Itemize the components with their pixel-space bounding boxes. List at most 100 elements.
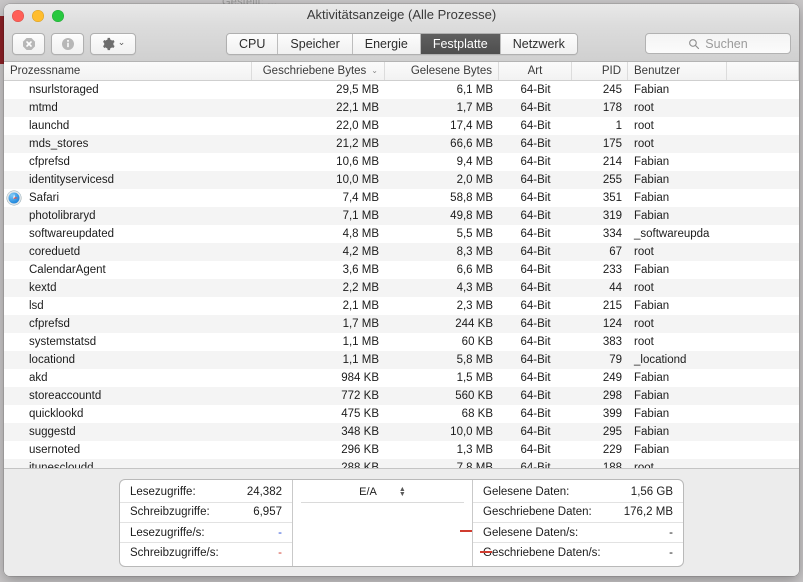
cell-written-bytes: 475 KB [341,408,379,420]
table-row[interactable]: mtmd 22,1 MB 1,7 MB 64-Bit 178 root [4,99,799,117]
cell-process-name: kextd [4,279,252,297]
search-input[interactable]: Suchen [645,33,791,54]
io-graph-column: E/A ▲ ▼ [292,479,473,566]
process-name-label: Safari [29,192,60,204]
cell-written-bytes: 21,2 MB [336,138,379,150]
data-volume-value: 176,2 MB [623,506,673,519]
table-row[interactable]: identityservicesd 10,0 MB 2,0 MB 64-Bit 255 F… [4,171,799,189]
cell-user: root [634,336,654,348]
cell-read-bytes: 10,0 MB [450,426,493,438]
process-name-label: launchd [29,120,70,132]
cell-process-name: identityservicesd [4,171,252,189]
io-graph-write-marker [460,529,472,532]
access-count-row: Lesezugriffe: 24,382 [120,483,292,503]
cell-read-bytes: 560 KB [455,390,493,402]
process-name-label: systemstatsd [29,336,97,348]
table-row[interactable]: systemstatsd 1,1 MB 60 KB 64-Bit 383 root [4,333,799,351]
cell-user: root [634,120,654,132]
table-row[interactable]: cfprefsd 1,7 MB 244 KB 64-Bit 124 root [4,315,799,333]
process-name-label: lsd [29,300,44,312]
access-count-value: 6,957 [253,506,282,519]
table-row[interactable]: coreduetd 4,2 MB 8,3 MB 64-Bit 67 root [4,243,799,261]
cell-pid: 44 [609,282,622,294]
process-icon-slot [4,191,24,205]
process-name-label: quicklookd [29,408,84,420]
search-placeholder: Suchen [705,36,748,51]
tab-energy[interactable]: Energie [352,33,421,54]
process-table: Prozessname Geschriebene Bytes ⌄ Gelesen… [4,62,799,468]
inspect-process-button[interactable] [51,32,84,55]
cell-pid: 351 [602,192,622,204]
cell-read-bytes: 9,4 MB [456,156,493,168]
table-row[interactable]: mds_stores 21,2 MB 66,6 MB 64-Bit 175 root [4,135,799,153]
cell-process-name: photolibraryd [4,207,252,225]
toolbar-button-group: ⌄ [12,32,136,55]
table-row[interactable]: quicklookd 475 KB 68 KB 64-Bit 399 Fabian [4,405,799,423]
cell-pid: 214 [602,156,622,168]
io-graph-edge-marker [480,551,492,553]
cell-user: Fabian [634,192,670,204]
cell-written-bytes: 288 KB [341,462,379,468]
process-name-label: itunescloudd [29,462,94,468]
cell-user: root [634,462,654,468]
column-label: Prozessname [10,65,81,77]
column-label: Gelesene Bytes [410,65,492,77]
table-row[interactable]: cfprefsd 10,6 MB 9,4 MB 64-Bit 214 Fabian [4,153,799,171]
cell-user: _locationd [634,354,687,366]
column-header-user[interactable]: Benutzer [628,62,727,80]
cell-user: Fabian [634,264,670,276]
cell-process-name: mtmd [4,99,252,117]
cell-written-bytes: 22,1 MB [336,102,379,114]
column-header-written[interactable]: Geschriebene Bytes ⌄ [252,62,385,80]
table-row[interactable]: itunescloudd 288 KB 7,8 MB 64-Bit 188 root [4,459,799,468]
sort-chevron-down-icon: ⌄ [371,65,378,75]
table-row[interactable]: akd 984 KB 1,5 MB 64-Bit 249 Fabian [4,369,799,387]
cell-user: Fabian [634,372,670,384]
data-volume-label: Gelesene Daten: [483,486,570,499]
data-volume-label: Geschriebene Daten: [483,506,592,519]
column-header-kind[interactable]: Art [499,62,572,80]
stop-process-button[interactable] [12,32,45,55]
tab-disk[interactable]: Festplatte [420,33,501,54]
cell-written-bytes: 29,5 MB [336,84,379,96]
table-row[interactable]: usernoted 296 KB 1,3 MB 64-Bit 229 Fabian [4,441,799,459]
table-row[interactable]: lsd 2,1 MB 2,3 MB 64-Bit 215 Fabian [4,297,799,315]
process-name-label: identityservicesd [29,174,115,186]
cell-read-bytes: 2,3 MB [456,300,493,312]
stepper-updown-icon[interactable]: ▲ ▼ [399,486,406,498]
table-row[interactable]: nsurlstoraged 29,5 MB 6,1 MB 64-Bit 245 Fabia… [4,81,799,99]
table-row[interactable]: CalendarAgent 3,6 MB 6,6 MB 64-Bit 233 Fabian [4,261,799,279]
table-body[interactable]: nsurlstoraged 29,5 MB 6,1 MB 64-Bit 245 Fabia… [4,81,799,468]
view-options-button[interactable]: ⌄ [90,32,136,55]
access-count-label: Lesezugriffe: [130,486,196,499]
cell-process-name: suggestd [4,423,252,441]
tab-network[interactable]: Netzwerk [500,33,577,54]
table-row[interactable]: launchd 22,0 MB 17,4 MB 64-Bit 1 root [4,117,799,135]
cell-kind: 64-Bit [520,282,551,294]
cell-read-bytes: 244 KB [455,318,493,330]
cell-written-bytes: 348 KB [341,426,379,438]
access-count-row: Schreibzugriffe: 6,957 [120,503,292,523]
cell-user: Fabian [634,84,670,96]
table-row[interactable]: photolibraryd 7,1 MB 49,8 MB 64-Bit 319 Fabia… [4,207,799,225]
stats-container: Lesezugriffe: 24,382 Schreibzugriffe: 6,957… [119,478,684,567]
cell-written-bytes: 2,2 MB [342,282,379,294]
cell-process-name: mds_stores [4,135,252,153]
tab-cpu[interactable]: CPU [227,33,279,54]
cell-pid: 383 [602,336,622,348]
cell-kind: 64-Bit [520,192,551,204]
process-name-label: mds_stores [29,138,89,150]
table-row[interactable]: storeaccountd 772 KB 560 KB 64-Bit 298 Fabian [4,387,799,405]
table-row[interactable]: softwareupdated 4,8 MB 5,5 MB 64-Bit 334 _sof… [4,225,799,243]
cell-read-bytes: 1,5 MB [456,372,493,384]
tab-memory[interactable]: Speicher [278,33,353,54]
table-row[interactable]: kextd 2,2 MB 4,3 MB 64-Bit 44 root [4,279,799,297]
column-header-read[interactable]: Gelesene Bytes [385,62,499,80]
column-header-name[interactable]: Prozessname [4,62,252,80]
column-header-pid[interactable]: PID [572,62,628,80]
cell-kind: 64-Bit [520,372,551,384]
table-row[interactable]: locationd 1,1 MB 5,8 MB 64-Bit 79 _locationd [4,351,799,369]
table-row[interactable]: suggestd 348 KB 10,0 MB 64-Bit 295 Fabian [4,423,799,441]
cell-written-bytes: 7,1 MB [342,210,379,222]
table-row[interactable]: Safari 7,4 MB 58,8 MB 64-Bit 351 Fabian [4,189,799,207]
